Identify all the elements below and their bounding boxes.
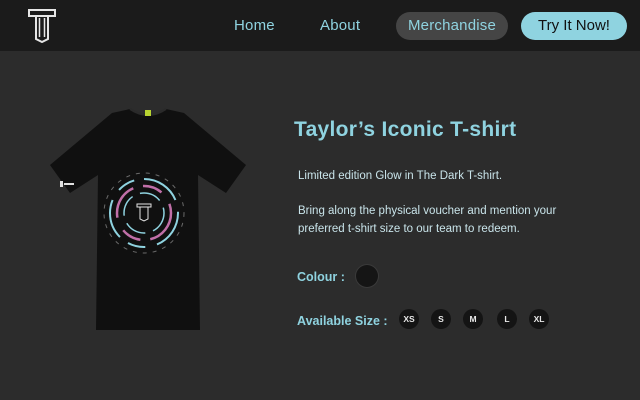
tshirt-product-image <box>50 108 246 330</box>
colour-swatch-black[interactable] <box>356 265 378 287</box>
product-title: Taylor’s Iconic T-shirt <box>294 118 517 141</box>
nav-merchandise-link[interactable]: Merchandise <box>396 12 508 40</box>
product-description: Limited edition Glow in The Dark T-shirt… <box>298 170 503 182</box>
size-option-xl[interactable]: XL <box>529 309 549 329</box>
size-option-l[interactable]: L <box>497 309 517 329</box>
size-option-m[interactable]: M <box>463 309 483 329</box>
taylors-logo-icon[interactable] <box>28 9 56 43</box>
size-option-s[interactable]: S <box>431 309 451 329</box>
colour-label: Colour : <box>297 270 345 284</box>
navbar: Home About Merchandise Try It Now! <box>0 0 640 51</box>
nav-about-link[interactable]: About <box>320 12 360 40</box>
available-size-label: Available Size : <box>297 314 388 328</box>
size-option-xs[interactable]: XS <box>399 309 419 329</box>
redeem-instructions: Bring along the physical voucher and men… <box>298 205 557 235</box>
nav-home-link[interactable]: Home <box>234 12 275 40</box>
try-it-now-button[interactable]: Try It Now! <box>521 12 627 40</box>
